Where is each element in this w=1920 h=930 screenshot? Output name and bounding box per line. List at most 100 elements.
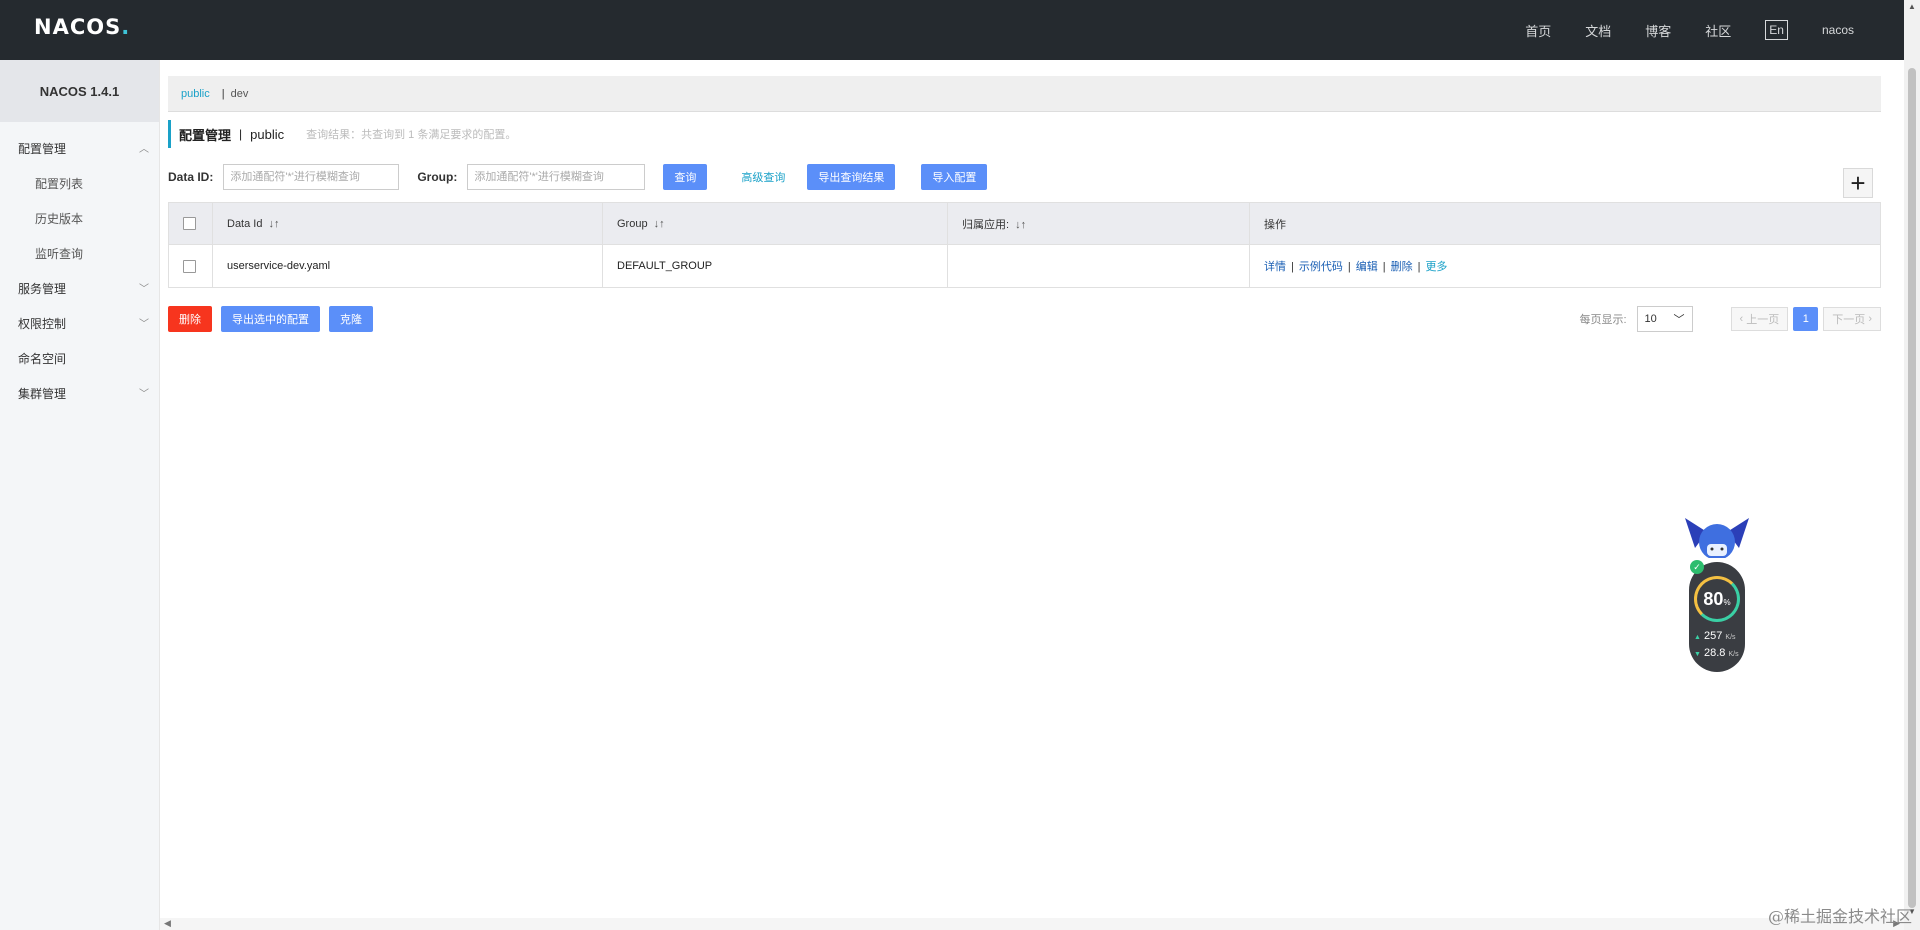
op-edit-link[interactable]: 编辑 (1356, 261, 1378, 273)
page-title: 配置管理 | public 查询结果：共查询到 1 条满足要求的配置。 (168, 120, 1881, 148)
logo-text: NACOS (34, 15, 122, 39)
op-separator: | (1347, 261, 1351, 273)
horizontal-scrollbar[interactable]: ◀ ▶ (160, 918, 1904, 930)
sidebar-item-access-control[interactable]: 权限控制 ﹀ (0, 307, 159, 342)
user-menu[interactable]: nacos (1822, 23, 1854, 37)
sort-icon[interactable]: ↓↑ (654, 218, 665, 230)
sort-icon[interactable]: ↓↑ (268, 218, 279, 230)
usage-gauge: 80% (1694, 576, 1740, 622)
prev-page-button[interactable]: ‹ 上一页 (1730, 307, 1789, 331)
sidebar-item-cluster-management[interactable]: 集群管理 ﹀ (0, 377, 159, 412)
header-dataid-label: Data Id (227, 217, 263, 230)
sidebar: NACOS 1.4.1 配置管理 ︿ 配置列表 历史版本 监听查询 服务管理 ﹀… (0, 60, 160, 930)
query-result-hint: 查询结果：共查询到 1 条满足要求的配置。 (306, 129, 517, 141)
op-delete-link[interactable]: 删除 (1391, 261, 1413, 273)
sidebar-item-label: 集群管理 (18, 387, 67, 401)
page-1-button[interactable]: 1 (1793, 307, 1819, 331)
namespace-separator: | (221, 87, 225, 100)
page-title-main: 配置管理 (179, 127, 232, 143)
nav-community[interactable]: 社区 (1705, 21, 1731, 40)
table-row: userservice-dev.yaml DEFAULT_GROUP 详情 | 示例… (168, 244, 1881, 288)
op-sample-code-link[interactable]: 示例代码 (1299, 261, 1343, 273)
page-size-select[interactable]: 10 ﹀ (1636, 306, 1693, 332)
sort-icon[interactable]: ↓↑ (1015, 219, 1026, 231)
search-bar: Data ID: Group: 查询 高级查询 导出查询结果 导入配置 + (168, 164, 1881, 198)
advanced-query-link[interactable]: 高级查询 (741, 169, 785, 185)
sidebar-item-namespace[interactable]: 命名空间 (0, 342, 159, 377)
header-checkbox-cell (168, 202, 213, 245)
op-details-link[interactable]: 详情 (1264, 261, 1286, 273)
chevron-down-icon: ﹀ (1673, 314, 1685, 326)
next-page-label: 下一页 (1832, 314, 1866, 326)
cell-group: DEFAULT_GROUP (602, 244, 948, 288)
cell-operations: 详情 | 示例代码 | 编辑 | 删除 | 更多 (1249, 244, 1881, 288)
row-checkbox[interactable] (183, 259, 196, 273)
header-group-label: Group (617, 217, 648, 230)
delete-selected-button[interactable]: 删除 (168, 306, 212, 332)
vertical-scrollbar[interactable]: ▲ ▼ (1904, 0, 1920, 930)
watermark: @稀土掘金技术社区 (1767, 907, 1912, 926)
speed-unit: K/s (1728, 651, 1739, 658)
group-label: Group: (417, 170, 458, 184)
nav-blog[interactable]: 博客 (1645, 21, 1671, 40)
next-page-button[interactable]: 下一页 › (1823, 307, 1881, 331)
language-switch[interactable]: En (1765, 20, 1788, 40)
op-more-link[interactable]: 更多 (1425, 261, 1447, 273)
usage-percent-unit: % (1723, 597, 1731, 607)
header-operations: 操作 (1249, 202, 1881, 245)
table-header-row: Data Id ↓↑ Group ↓↑ 归属应用: ↓↑ 操作 (168, 202, 1881, 245)
dataid-input[interactable] (223, 164, 400, 190)
sidebar-item-listener-query[interactable]: 监听查询 (0, 237, 159, 272)
dataid-label: Data ID: (168, 170, 214, 184)
logo-dot: . (121, 15, 131, 39)
sidebar-item-label: 命名空间 (18, 352, 67, 366)
query-button[interactable]: 查询 (663, 164, 708, 190)
download-speed-value: 28.8 (1704, 647, 1726, 659)
network-speed-widget[interactable]: ✓ 80% ▲ 257 K/s ▼ 28.8 K/s (1685, 518, 1749, 673)
header-app[interactable]: 归属应用: ↓↑ (947, 202, 1250, 245)
sidebar-item-label: 配置管理 (18, 142, 67, 156)
upload-speed-value: 257 (1704, 630, 1723, 642)
nacos-logo[interactable]: NACOS. (34, 15, 130, 39)
vertical-scroll-thumb[interactable] (1908, 68, 1916, 908)
header-group[interactable]: Group ↓↑ (602, 202, 948, 245)
namespace-dev[interactable]: dev (231, 88, 249, 100)
nav-docs[interactable]: 文档 (1585, 21, 1611, 40)
title-separator: | (239, 127, 243, 141)
chevron-down-icon: ﹀ (139, 284, 149, 295)
op-separator: | (1291, 261, 1294, 273)
page-title-namespace: public (250, 126, 285, 142)
sidebar-item-service-management[interactable]: 服务管理 ﹀ (0, 272, 159, 307)
page-size-value: 10 (1644, 313, 1657, 325)
cell-dataid: userservice-dev.yaml (212, 244, 603, 288)
top-header: NACOS. 首页 文档 博客 社区 En nacos (0, 0, 1904, 60)
import-config-button[interactable]: 导入配置 (921, 164, 988, 190)
table-footer: 删除 导出选中的配置 克隆 每页显示: 10 ﹀ ‹ 上一页 1 下一页 › (168, 306, 1881, 332)
namespace-public[interactable]: public (181, 88, 210, 100)
chevron-down-icon: ﹀ (139, 319, 149, 330)
sidebar-item-config-management[interactable]: 配置管理 ︿ (0, 132, 159, 167)
export-query-results-button[interactable]: 导出查询结果 (807, 164, 896, 190)
chevron-down-icon: ﹀ (139, 389, 149, 400)
select-all-checkbox[interactable] (183, 217, 196, 230)
group-input[interactable] (467, 164, 646, 190)
speed-unit: K/s (1725, 634, 1736, 641)
config-table: Data Id ↓↑ Group ↓↑ 归属应用: ↓↑ 操作 userservice… (168, 202, 1881, 288)
scroll-left-icon[interactable]: ◀ (164, 918, 171, 929)
export-selected-button[interactable]: 导出选中的配置 (221, 306, 320, 332)
cell-app (947, 244, 1250, 288)
nav-home[interactable]: 首页 (1525, 21, 1551, 40)
header-dataid[interactable]: Data Id ↓↑ (212, 202, 603, 245)
scroll-up-icon[interactable]: ▲ (1908, 2, 1916, 11)
usage-percent-value: 80 (1703, 588, 1724, 609)
op-separator: | (1382, 261, 1386, 273)
clone-button[interactable]: 克隆 (329, 306, 373, 332)
prev-page-label: 上一页 (1746, 314, 1780, 326)
upload-speed: ▲ 257 K/s (1694, 630, 1736, 642)
chevron-up-icon: ︿ (139, 144, 149, 155)
row-checkbox-cell (168, 244, 213, 288)
usage-percent: 80% (1703, 589, 1730, 610)
sidebar-item-config-list[interactable]: 配置列表 (0, 167, 159, 202)
sidebar-item-history[interactable]: 历史版本 (0, 202, 159, 237)
add-config-button[interactable]: + (1843, 168, 1873, 198)
